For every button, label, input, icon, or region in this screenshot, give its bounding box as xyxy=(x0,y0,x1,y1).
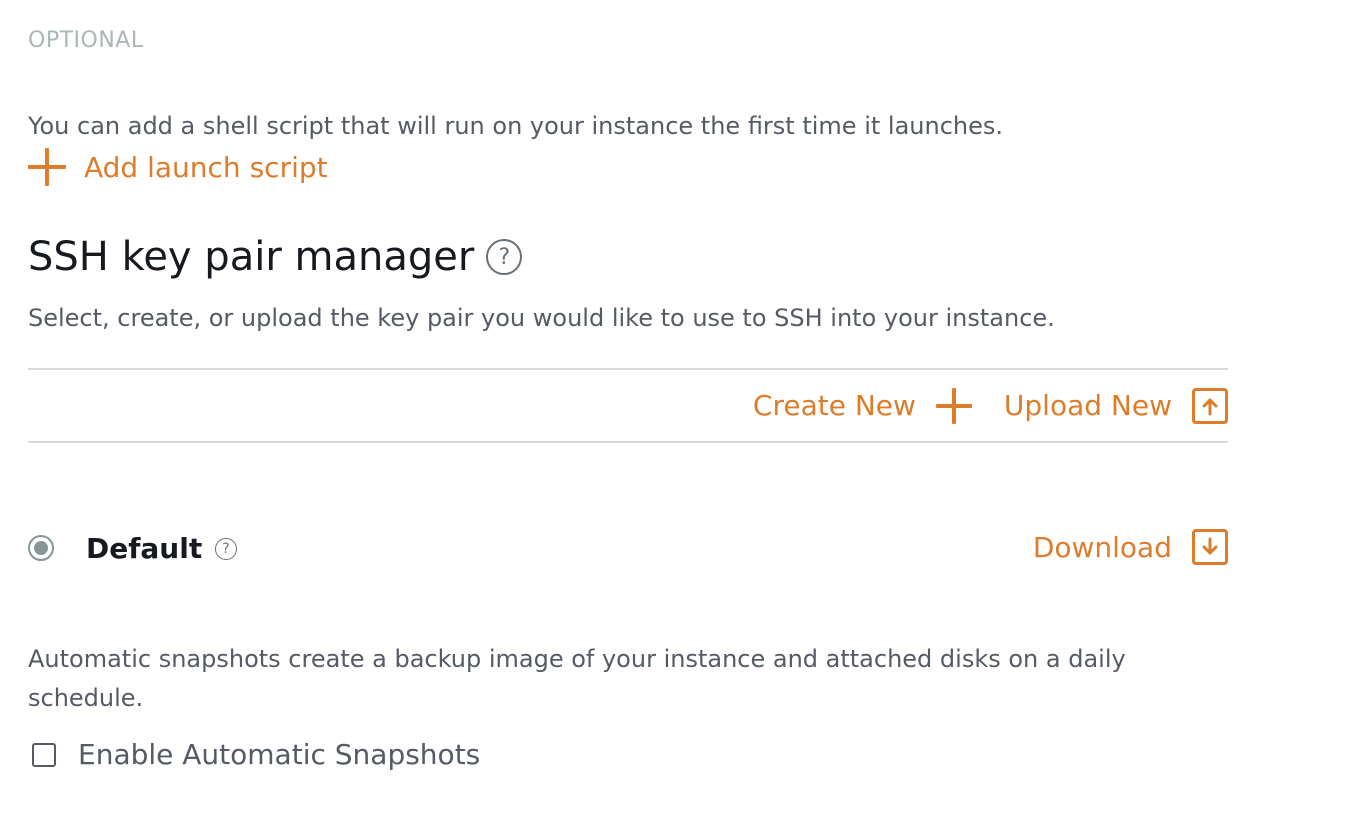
download-label: Download xyxy=(1032,530,1172,564)
upload-new-key-button[interactable]: Upload New xyxy=(1003,387,1228,424)
toolbar-actions: Create New Upload New xyxy=(753,370,1228,441)
create-new-label: Create New xyxy=(752,389,916,422)
snapshots-description: Automatic snapshots create a backup imag… xyxy=(28,645,1126,712)
download-box-icon xyxy=(1192,529,1228,565)
add-launch-script-button[interactable]: Add launch script xyxy=(28,148,328,186)
enable-snapshots-checkbox[interactable] xyxy=(32,742,56,767)
help-circle-icon[interactable]: ? xyxy=(486,239,523,275)
launch-script-description: You can add a shell script that will run… xyxy=(28,112,1003,140)
key-pair-name: Default xyxy=(86,532,203,565)
key-pair-toolbar: Create New Upload New xyxy=(28,368,1228,443)
ssh-section-description: Select, create, or upload the key pair y… xyxy=(28,304,1055,332)
enable-snapshots-label: Enable Automatic Snapshots xyxy=(78,738,481,771)
optional-label: OPTIONAL xyxy=(28,28,144,53)
add-launch-script-label: Add launch script xyxy=(84,150,328,184)
key-pair-radio[interactable] xyxy=(28,535,54,561)
help-circle-icon[interactable]: ? xyxy=(215,538,237,560)
ssh-section-title: SSH key pair manager xyxy=(28,234,475,280)
upload-new-label: Upload New xyxy=(1003,389,1172,422)
upload-box-icon xyxy=(1192,387,1228,424)
plus-icon xyxy=(28,148,66,186)
enable-snapshots-option[interactable]: Enable Automatic Snapshots xyxy=(32,738,480,771)
download-key-button[interactable]: Download xyxy=(1033,524,1228,570)
plus-icon xyxy=(935,387,972,424)
key-pair-row: Default ? Download xyxy=(28,524,1228,570)
create-new-key-button[interactable]: Create New xyxy=(752,387,1004,424)
ssh-settings-page: OPTIONAL You can add a shell script that… xyxy=(0,0,1348,840)
ssh-section-heading: SSH key pair manager ? xyxy=(28,234,523,280)
